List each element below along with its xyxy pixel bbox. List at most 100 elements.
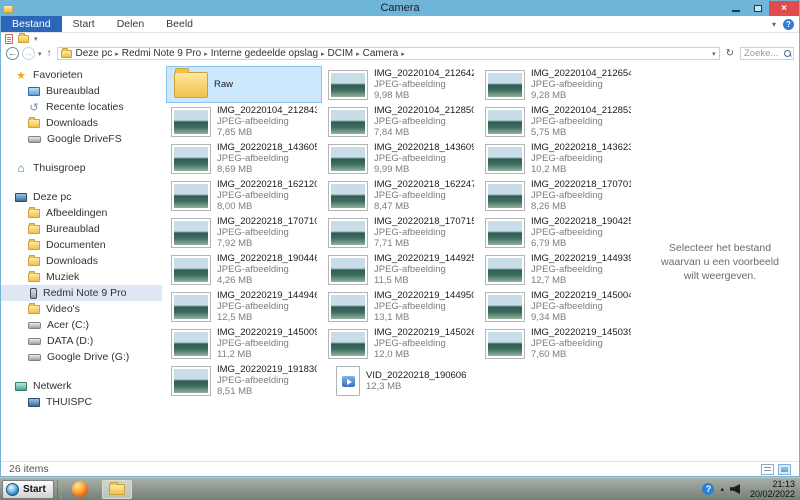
file-size: 8,47 MB: [374, 201, 474, 212]
sidebar-group-thuisgroep[interactable]: ⌂Thuisgroep: [1, 160, 162, 176]
file-tile[interactable]: IMG_20220219_144950JPEG-afbeelding13,1 M…: [323, 288, 479, 325]
breadcrumb[interactable]: Deze pc▸Redmi Note 9 Pro▸Interne gedeeld…: [57, 47, 720, 60]
volume-icon[interactable]: [730, 484, 740, 494]
ribbon-expand-icon[interactable]: ▾: [772, 20, 776, 29]
photo-thumbnail: [485, 181, 525, 211]
file-tile[interactable]: IMG_20220219_144925JPEG-afbeelding11,5 M…: [323, 251, 479, 288]
file-tile[interactable]: IMG_20220218_143623JPEG-afbeelding10,2 M…: [480, 140, 636, 177]
sidebar-item-downloads[interactable]: Downloads: [1, 253, 162, 269]
file-type: JPEG-afbeelding: [217, 227, 317, 238]
forward-button[interactable]: →: [22, 47, 35, 60]
breadcrumb-separator-icon: ▸: [401, 50, 405, 58]
sidebar-item-google-drive-g-[interactable]: Google Drive (G:): [1, 349, 162, 365]
photo-thumbnail-image: [488, 147, 522, 171]
sidebar-item-label: Documenten: [46, 239, 106, 251]
sidebar-item-recente-locaties[interactable]: ↺Recente locaties: [1, 99, 162, 115]
breadcrumb-item[interactable]: DCIM: [325, 48, 357, 59]
sidebar-item-redmi-note-9-pro[interactable]: Redmi Note 9 Pro: [1, 285, 162, 301]
file-tile[interactable]: IMG_20220218_162247JPEG-afbeelding8,47 M…: [323, 177, 479, 214]
sidebar-item-documenten[interactable]: Documenten: [1, 237, 162, 253]
photo-thumbnail-image: [174, 258, 208, 282]
properties-icon[interactable]: [5, 34, 13, 44]
customize-toolbar-icon[interactable]: ▾: [34, 35, 38, 43]
sidebar-item-afbeeldingen[interactable]: Afbeeldingen: [1, 205, 162, 221]
file-tile[interactable]: IMG_20220218_190446JPEG-afbeelding4,26 M…: [166, 251, 322, 288]
file-tile[interactable]: IMG_20220219_145039JPEG-afbeelding7,60 M…: [480, 325, 636, 362]
file-tile[interactable]: IMG_20220104_212850JPEG-afbeelding7,84 M…: [323, 103, 479, 140]
file-tile[interactable]: IMG_20220219_145009JPEG-afbeelding11,2 M…: [166, 325, 322, 362]
sidebar-item-downloads[interactable]: Downloads: [1, 115, 162, 131]
breadcrumb-item[interactable]: Camera: [360, 48, 402, 59]
file-tile[interactable]: IMG_20220219_191830JPEG-afbeelding8,51 M…: [166, 362, 322, 399]
photo-thumbnail-image: [174, 369, 208, 393]
sidebar-item-google-drivefs[interactable]: Google DriveFS: [1, 131, 162, 147]
new-folder-icon[interactable]: [18, 35, 29, 43]
quick-access-toolbar: ▾: [1, 33, 799, 45]
search-box[interactable]: [740, 47, 794, 60]
maximize-icon: [754, 5, 762, 12]
file-tile[interactable]: VID_20220218_19060612,3 MB: [323, 362, 479, 399]
photo-thumbnail-image: [488, 110, 522, 134]
sidebar-group-favorieten[interactable]: ★Favorieten: [1, 67, 162, 83]
file-tile[interactable]: IMG_20220104_212642JPEG-afbeelding9,98 M…: [323, 66, 479, 103]
file-tile[interactable]: IMG_20220219_144946JPEG-afbeelding12,5 M…: [166, 288, 322, 325]
file-tile[interactable]: IMG_20220218_170701JPEG-afbeelding8,26 M…: [480, 177, 636, 214]
minimize-button[interactable]: [725, 1, 747, 16]
file-tile[interactable]: IMG_20220218_143609JPEG-afbeelding9,99 M…: [323, 140, 479, 177]
sidebar-item-thuispc[interactable]: THUISPC: [1, 394, 162, 410]
breadcrumb-item[interactable]: Interne gedeelde opslag: [208, 48, 321, 59]
help-icon[interactable]: ?: [783, 19, 794, 30]
address-dropdown-icon[interactable]: ▾: [712, 50, 716, 58]
clock[interactable]: 21:13 20/02/2022: [746, 479, 795, 499]
thumbnails-view-icon[interactable]: [778, 464, 791, 475]
firefox-icon[interactable]: [72, 481, 88, 497]
folder-tile[interactable]: Raw: [166, 66, 322, 103]
close-button[interactable]: ×: [769, 1, 799, 16]
file-size: 12,3 MB: [366, 381, 466, 392]
file-explorer-taskbar-button[interactable]: [102, 480, 132, 499]
tray-help-icon[interactable]: ?: [702, 483, 714, 495]
history-dropdown-icon[interactable]: ▾: [38, 50, 42, 58]
back-button[interactable]: ←: [6, 47, 19, 60]
refresh-icon[interactable]: ↻: [726, 48, 734, 59]
maximize-button[interactable]: [747, 1, 769, 16]
tab-bestand[interactable]: Bestand: [1, 16, 62, 32]
file-name: IMG_20220219_144925: [374, 253, 474, 264]
tab-beeld[interactable]: Beeld: [155, 16, 204, 32]
file-tile[interactable]: IMG_20220104_212853JPEG-afbeelding5,75 M…: [480, 103, 636, 140]
hidden-icons-chevron-icon[interactable]: ▴: [720, 485, 724, 493]
sidebar-group-netwerk[interactable]: Netwerk: [1, 378, 162, 394]
file-tile[interactable]: IMG_20220218_170710JPEG-afbeelding7,92 M…: [166, 214, 322, 251]
file-tile[interactable]: IMG_20220218_143605JPEG-afbeelding8,69 M…: [166, 140, 322, 177]
file-tile[interactable]: IMG_20220104_212843JPEG-afbeelding7,85 M…: [166, 103, 322, 140]
sidebar-item-muziek[interactable]: Muziek: [1, 269, 162, 285]
file-tile[interactable]: IMG_20220218_190425JPEG-afbeelding6,79 M…: [480, 214, 636, 251]
tab-delen[interactable]: Delen: [106, 16, 155, 32]
breadcrumb-item[interactable]: Redmi Note 9 Pro: [119, 48, 204, 59]
tab-start[interactable]: Start: [62, 16, 106, 32]
sidebar-item-video-s[interactable]: Video's: [1, 301, 162, 317]
photo-thumbnail-image: [331, 73, 365, 97]
sidebar-item-label: Downloads: [46, 117, 98, 129]
file-name: IMG_20220218_143605: [217, 142, 317, 153]
up-button[interactable]: ↑: [47, 48, 52, 59]
file-tile[interactable]: IMG_20220218_170715JPEG-afbeelding7,71 M…: [323, 214, 479, 251]
details-view-icon[interactable]: [761, 464, 774, 475]
file-size: 7,85 MB: [217, 127, 317, 138]
file-name: IMG_20220218_170710: [217, 216, 317, 227]
breadcrumb-item[interactable]: Deze pc: [73, 48, 116, 59]
file-tile[interactable]: IMG_20220219_145004JPEG-afbeelding9,34 M…: [480, 288, 636, 325]
sidebar-group-deze-pc[interactable]: Deze pc: [1, 189, 162, 205]
file-name: IMG_20220218_190425: [531, 216, 631, 227]
file-tile[interactable]: IMG_20220218_162120JPEG-afbeelding8,00 M…: [166, 177, 322, 214]
sidebar-item-bureaublad[interactable]: Bureaublad: [1, 83, 162, 99]
file-tile[interactable]: IMG_20220104_212654JPEG-afbeelding9,28 M…: [480, 66, 636, 103]
sidebar-item-bureaublad[interactable]: Bureaublad: [1, 221, 162, 237]
sidebar-item-data-d-[interactable]: DATA (D:): [1, 333, 162, 349]
sidebar-item-acer-c-[interactable]: Acer (C:): [1, 317, 162, 333]
file-tile[interactable]: IMG_20220219_145026JPEG-afbeelding12,0 M…: [323, 325, 479, 362]
search-input[interactable]: [744, 48, 782, 59]
file-tile[interactable]: IMG_20220219_144939JPEG-afbeelding12,7 M…: [480, 251, 636, 288]
start-button[interactable]: Start: [2, 480, 54, 499]
drive-icon: [28, 354, 41, 361]
